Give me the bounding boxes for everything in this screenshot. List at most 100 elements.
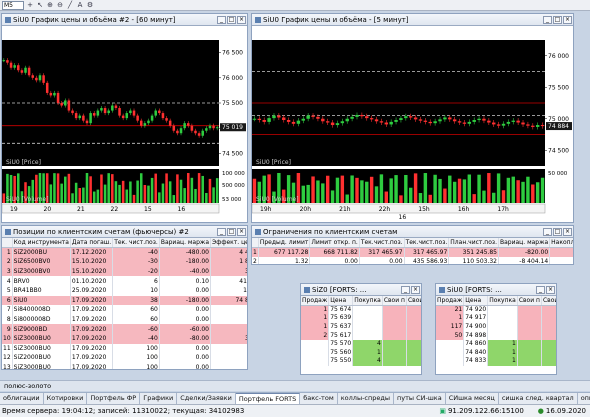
volume-bar — [340, 175, 345, 203]
close-button[interactable]: × — [546, 285, 555, 294]
maximize-button[interactable]: □ — [227, 15, 236, 24]
minimize-button[interactable]: _ — [543, 15, 552, 24]
orderbook-row[interactable]: 74 833 1 — [436, 357, 556, 366]
orderbook-row[interactable]: 117 74 900 — [436, 322, 556, 332]
current-price-label: 74 884 — [548, 123, 569, 130]
workspace-tab[interactable]: путы СИ-шка — [394, 393, 446, 404]
workspace-tab[interactable]: сишка след. квартал — [498, 393, 578, 404]
table-row[interactable]: 11SiZ3000BU017.09.20201000.007-900.00 — [2, 343, 247, 354]
table-row[interactable]: 7Si8400008D17.09.2020600.00160.00 — [2, 305, 247, 315]
close-button[interactable]: × — [237, 15, 246, 24]
volume-bar — [355, 177, 359, 203]
minimize-button[interactable]: _ — [217, 227, 226, 236]
volume-bar — [384, 191, 389, 203]
x-tick-label: 16h — [458, 206, 470, 213]
volume-bar — [492, 192, 496, 203]
orderbook-row[interactable]: 1 74 917 — [436, 314, 556, 323]
orderbook-row[interactable]: 1 75 674 — [301, 305, 421, 315]
maximize-button[interactable]: □ — [553, 227, 562, 236]
orderbook-row[interactable]: 1 75 637 — [301, 322, 421, 332]
table-row[interactable]: 2SiZ6500BV015.10.2020-30-180.001 889-1 2… — [2, 257, 247, 267]
minimize-button[interactable]: _ — [536, 285, 545, 294]
minimize-button[interactable]: _ — [217, 15, 226, 24]
zoom-out-icon[interactable]: ⊖ — [56, 1, 64, 9]
orderbook-row[interactable]: 50 74 898 — [436, 331, 556, 340]
maximize-button[interactable]: □ — [227, 227, 236, 236]
table-row[interactable]: 1SiZ2000BU17.12.2020-40-480.004 438-2 76… — [2, 247, 247, 258]
maximize-button[interactable]: □ — [553, 15, 562, 24]
sell-volume: 1 — [301, 314, 330, 323]
column-header: Тек.чист.поз. — [404, 238, 450, 249]
table-row[interactable]: 6SiU017.09.202038-180.0074 873-2 100.00 — [2, 295, 247, 306]
sell-volume — [436, 348, 465, 358]
close-button[interactable]: × — [411, 285, 420, 294]
settings-icon[interactable]: ⚙ — [86, 1, 94, 9]
timeframe-select[interactable]: M5 — [2, 0, 24, 10]
workspace-tab[interactable]: Котировки — [43, 393, 88, 404]
minimize-button[interactable]: _ — [543, 227, 552, 236]
orderbook-row[interactable]: 74 860 1 — [436, 339, 556, 349]
own-buy — [382, 348, 407, 358]
instrument-code: SiZ9000BD — [12, 324, 71, 334]
workspace-tab[interactable]: Сделки/Заявки — [177, 393, 236, 404]
close-button[interactable]: × — [563, 227, 572, 236]
table-row[interactable]: 4BRV001.10.202060.1041.98-6 342.24 — [2, 276, 247, 286]
candle-body — [107, 110, 110, 114]
volume-bar — [176, 174, 179, 203]
workspace-tab[interactable]: опционы анализ — [577, 393, 590, 404]
candle-body — [158, 110, 161, 114]
window-title: Ограничения по клиентским счетам — [263, 227, 398, 236]
zoom-in-icon[interactable]: ⊕ — [46, 1, 54, 9]
table-row[interactable]: 3SiZ3000BV015.10.2020-20-40.00318160.00 — [2, 266, 247, 277]
text-tool-icon[interactable]: A — [76, 1, 84, 9]
orderbook-row[interactable]: 2 75 617 — [301, 331, 421, 340]
price-volume-chart[interactable]: 76 000 75 500 75 000 74 500 74 884 SiU0 [Pric… — [252, 26, 573, 222]
close-button[interactable]: × — [237, 227, 246, 236]
expiry-date: 17.09.2020 — [70, 362, 114, 369]
table-row[interactable]: 1 677 117.28 668 711.82 317 465.97 317 465.9… — [252, 247, 573, 258]
orderbook-row[interactable]: 1 75 639 — [301, 314, 421, 323]
own-buy — [517, 348, 542, 358]
table-row[interactable]: 10SiZ3000BU017.09.2020-40-80.003242 840.… — [2, 333, 247, 344]
workspace-tab[interactable]: СИшка месяц — [445, 393, 499, 404]
minimize-button[interactable]: _ — [401, 285, 410, 294]
price-level: 74 860 — [463, 339, 489, 349]
table-row[interactable]: 13SiZ3000BU017.09.20201000.00202 000.00 — [2, 362, 247, 369]
orderbook-row[interactable]: 21 74 920 — [436, 305, 556, 315]
table-row[interactable]: 12SiZ2000BU017.09.20201000.00181 800.00 — [2, 353, 247, 363]
column-header — [2, 238, 13, 249]
price-volume-chart[interactable]: 76 50076 00075 50075 00074 50075 019SiU0… — [2, 26, 247, 222]
variation-margin: 0.10 — [159, 276, 212, 286]
workspace-tab[interactable]: бакс-том — [300, 393, 338, 404]
volume-bar — [132, 194, 136, 203]
workspace-tab[interactable]: Портфель ФР — [87, 393, 141, 404]
table-row[interactable]: 9SiZ9000BD17.09.2020-60-60.0029-3 840.00 — [2, 324, 247, 334]
price-series-label: SiU0 [Price] — [256, 159, 291, 166]
table-row[interactable]: 5BR41BB025.09.2020100.001.606 058.10 — [2, 285, 247, 296]
candle-body — [433, 121, 437, 124]
y-tick-label: 75 000 — [548, 116, 569, 123]
orderbook-row[interactable]: 75 570 4 — [301, 339, 421, 349]
row-number: 2 — [2, 257, 13, 267]
volume-bar — [111, 174, 114, 203]
effective-price: 41.98 — [210, 276, 247, 286]
cursor-icon[interactable]: + — [26, 1, 34, 9]
workspace-tab[interactable]: коллы-спреды — [337, 393, 394, 404]
workspace-tab[interactable]: Графики — [140, 393, 178, 404]
orderbook-row[interactable]: 75 560 1 — [301, 348, 421, 358]
candle-body — [325, 121, 330, 123]
effective-price: 74 873 — [210, 295, 247, 306]
table-row[interactable]: 8Si8000008D17.09.2020600.004240.00 — [2, 314, 247, 325]
close-button[interactable]: × — [563, 15, 572, 24]
line-tool-icon[interactable]: ╱ — [66, 1, 74, 9]
collapsed-window-strip[interactable]: полюс-золото — [0, 380, 590, 391]
column-header: Накоплен. доход — [549, 238, 573, 249]
table-row[interactable]: 2 1.32 0.00 0.00 435 586.93 110 503.32 -8 404.… — [252, 257, 573, 264]
instrument-code: Si8000008D — [12, 314, 71, 325]
workspace-tab[interactable]: облигации — [0, 393, 44, 404]
workspace-tab[interactable]: Портфель FORTS — [235, 393, 301, 404]
arrow-icon[interactable]: ↖ — [36, 1, 44, 9]
orderbook-row[interactable]: 75 550 4 — [301, 357, 421, 366]
expiry-date: 01.10.2020 — [70, 276, 114, 286]
orderbook-row[interactable]: 74 840 1 — [436, 348, 556, 358]
